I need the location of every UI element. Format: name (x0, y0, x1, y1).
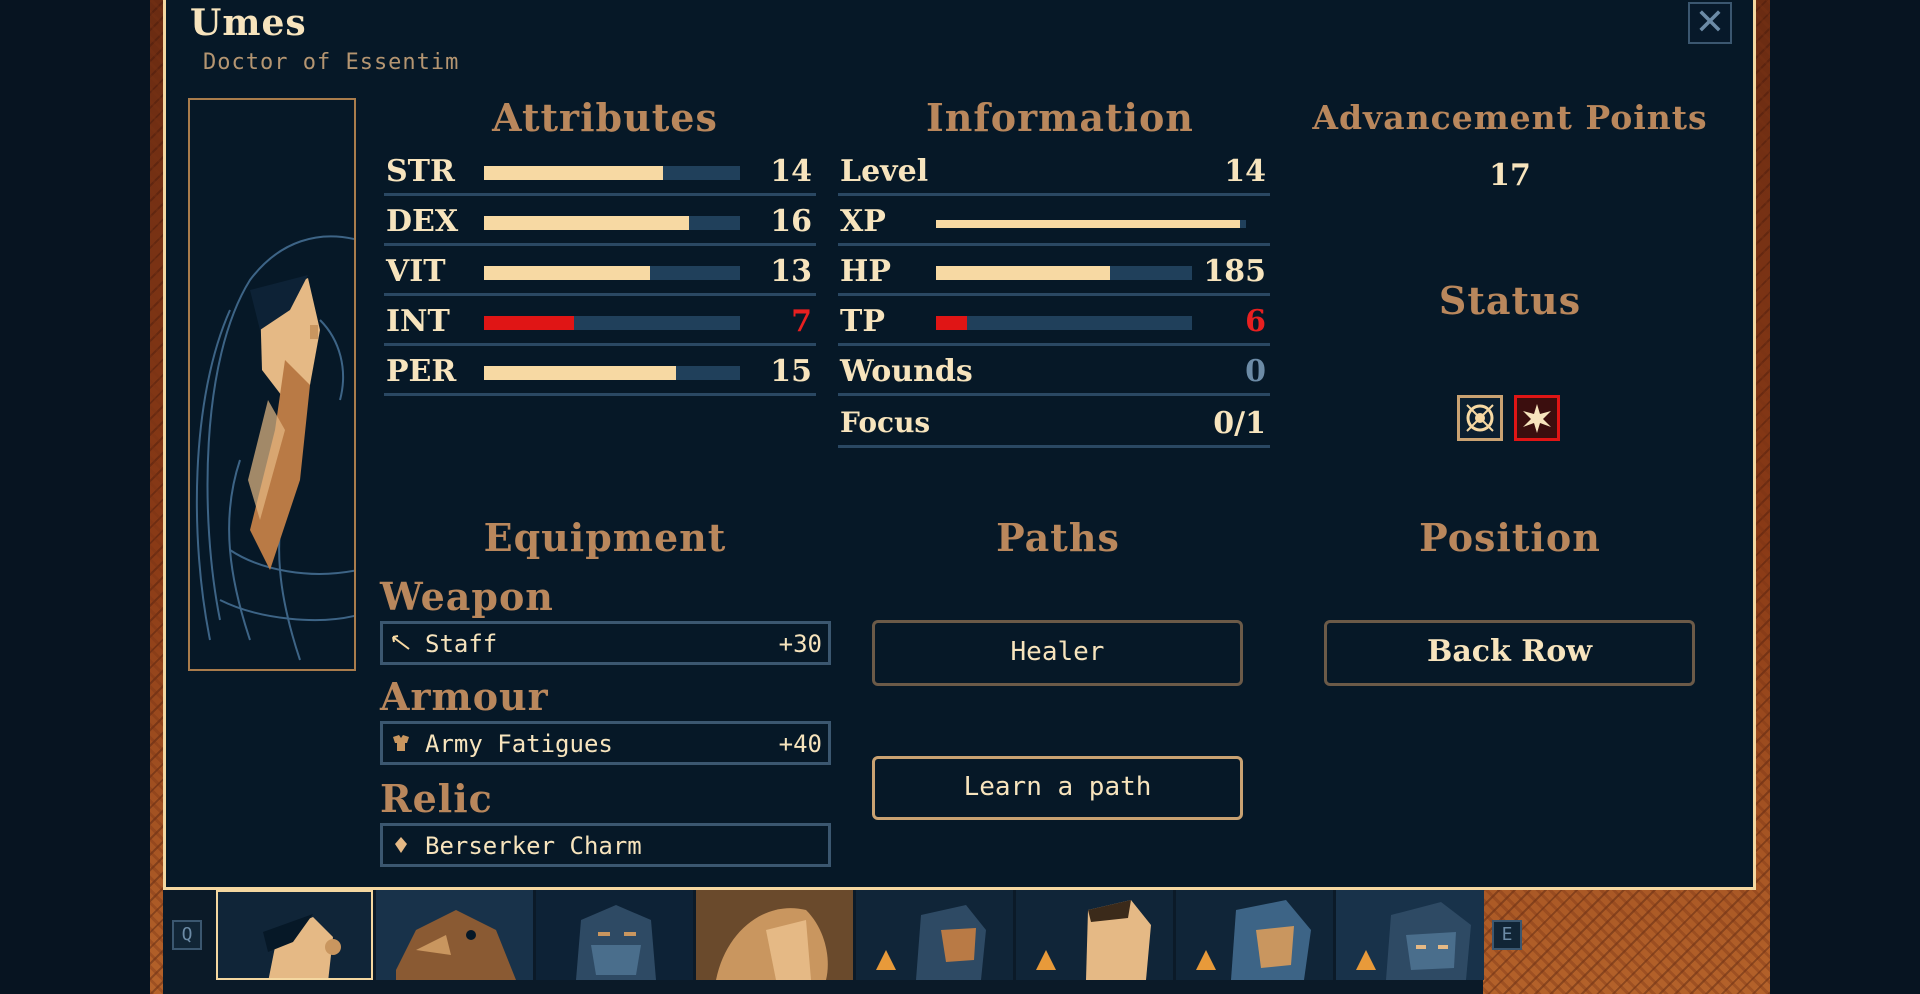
hp-bar-fill (936, 266, 1111, 280)
attribute-label: STR (386, 154, 455, 189)
weapon-title: Weapon (380, 574, 554, 619)
prev-character-key[interactable]: Q (172, 920, 202, 950)
burst-status-icon[interactable] (1514, 395, 1560, 441)
attribute-row-int: INT 7 (384, 300, 816, 346)
info-xp-label: XP (840, 204, 886, 239)
attribute-row-vit: VIT 13 (384, 250, 816, 296)
armour-title: Armour (380, 674, 549, 719)
close-button[interactable]: ✕ (1688, 2, 1732, 44)
party-member-umes[interactable] (216, 890, 373, 980)
party-member-hooded[interactable] (696, 890, 853, 980)
armour-icon (393, 735, 409, 751)
advancement-points-value: 17 (1489, 158, 1531, 193)
attribute-row-str: STR 14 (384, 150, 816, 196)
next-character-key[interactable]: E (1492, 920, 1522, 950)
advancement-title: Advancement Points (1312, 98, 1708, 137)
attribute-bar (484, 166, 740, 180)
info-level-value: 14 (1224, 154, 1266, 189)
status-title: Status (1438, 278, 1582, 323)
information-title: Information (926, 95, 1194, 140)
healer-path-button[interactable]: Healer (872, 620, 1243, 686)
party-member-woman[interactable] (1176, 890, 1333, 980)
right-margin (1770, 0, 1920, 994)
armour-slot[interactable]: Army Fatigues +40 (380, 721, 831, 765)
attribute-bar-fill (484, 216, 689, 230)
attribute-value: 7 (791, 304, 812, 339)
shield-status-icon[interactable] (1457, 395, 1503, 441)
armour-name: Army Fatigues (425, 730, 613, 758)
info-wounds-label: Wounds (840, 354, 973, 389)
position-title: Position (1419, 515, 1601, 560)
party-member-elder[interactable] (536, 890, 693, 980)
attribute-label: INT (386, 304, 450, 339)
attribute-bar-fill (484, 166, 664, 180)
character-portrait (188, 98, 356, 671)
attribute-bar-fill (484, 366, 676, 380)
attribute-bar-fill (484, 316, 574, 330)
attribute-bar (484, 366, 740, 380)
back-row-button[interactable]: Back Row (1324, 620, 1695, 686)
party-member-soldier[interactable] (1016, 890, 1173, 980)
staff-icon (392, 635, 410, 650)
hp-bar (936, 266, 1192, 280)
party-member-bearded[interactable] (856, 890, 1013, 980)
learn-path-button[interactable]: Learn a path (872, 756, 1243, 820)
info-tp-value: 6 (1245, 304, 1266, 339)
info-hp-row: HP 185 (838, 250, 1270, 296)
attribute-value: 13 (770, 254, 812, 289)
attribute-label: VIT (386, 254, 446, 289)
xp-bar-fill (936, 220, 1240, 228)
attribute-bar (484, 216, 740, 230)
weapon-name: Staff (425, 630, 498, 658)
relic-title: Relic (380, 776, 493, 821)
relic-slot[interactable]: Berserker Charm (380, 823, 831, 867)
info-level-row: Level 14 (838, 150, 1270, 196)
info-hp-label: HP (840, 254, 891, 289)
info-wounds-value: 0 (1245, 354, 1266, 389)
weapon-bonus: +30 (778, 630, 822, 658)
armour-bonus: +40 (778, 730, 822, 758)
relic-name: Berserker Charm (425, 832, 642, 860)
attribute-label: DEX (386, 204, 459, 239)
party-member-hound[interactable] (376, 890, 533, 980)
info-wounds-row: Wounds 0 (838, 350, 1270, 396)
tp-bar-fill (936, 316, 967, 330)
attribute-value: 16 (770, 204, 812, 239)
info-focus-value: 0/1 (1213, 406, 1266, 441)
info-level-label: Level (840, 154, 929, 189)
weapon-slot[interactable]: Staff +30 (380, 621, 831, 665)
attribute-bar (484, 266, 740, 280)
attribute-value: 15 (770, 354, 812, 389)
info-xp-row: XP (838, 200, 1270, 246)
info-tp-row: TP 6 (838, 300, 1270, 346)
attribute-bar (484, 316, 740, 330)
charm-icon (395, 837, 407, 853)
attributes-title: Attributes (492, 95, 718, 140)
xp-bar (936, 220, 1246, 228)
party-member-brawler[interactable] (1336, 890, 1484, 980)
attribute-bar-fill (484, 266, 651, 280)
paths-title: Paths (996, 515, 1120, 560)
attribute-label: PER (386, 354, 457, 389)
equipment-title: Equipment (483, 515, 727, 560)
info-focus-label: Focus (840, 406, 931, 439)
attribute-value: 14 (770, 154, 812, 189)
character-class: Doctor of Essentim (203, 50, 460, 75)
tp-bar (936, 316, 1192, 330)
attribute-row-dex: DEX 16 (384, 200, 816, 246)
attribute-row-per: PER 15 (384, 350, 816, 396)
character-name: Umes (190, 2, 307, 44)
info-hp-value: 185 (1203, 254, 1266, 289)
info-tp-label: TP (840, 304, 885, 339)
info-focus-row: Focus 0/1 (838, 402, 1270, 448)
